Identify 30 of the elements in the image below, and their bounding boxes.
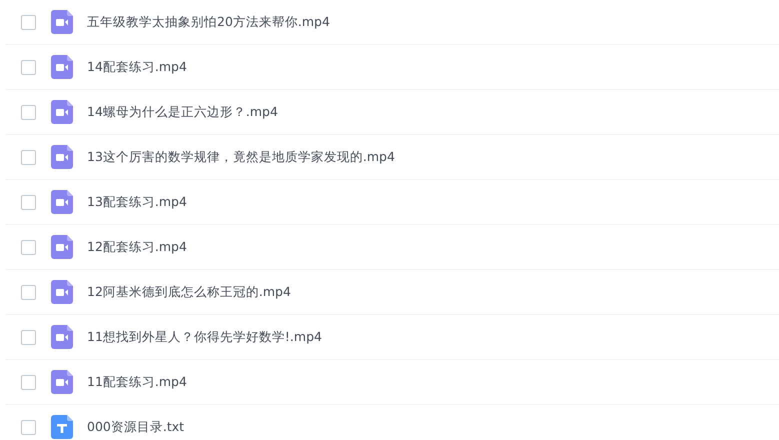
checkbox[interactable] bbox=[21, 60, 36, 74]
video-file-icon bbox=[51, 190, 73, 214]
file-name[interactable]: 000资源目录.txt bbox=[87, 418, 184, 436]
text-file-icon bbox=[51, 415, 73, 439]
checkbox[interactable] bbox=[21, 240, 36, 254]
checkbox[interactable] bbox=[21, 150, 36, 164]
checkbox[interactable] bbox=[21, 104, 36, 120]
file-name[interactable]: 12阿基米德到底怎么称王冠的.mp4 bbox=[87, 284, 291, 300]
video-file-icon bbox=[51, 145, 73, 169]
file-name[interactable]: 12配套练习.mp4 bbox=[87, 238, 187, 256]
video-file-icon bbox=[51, 100, 73, 124]
checkbox[interactable] bbox=[21, 284, 36, 300]
video-file-icon bbox=[51, 280, 73, 304]
checkbox[interactable] bbox=[21, 194, 36, 210]
video-file-icon bbox=[51, 370, 73, 394]
video-file-icon bbox=[51, 235, 73, 259]
video-file-icon bbox=[51, 10, 73, 34]
file-name[interactable]: 14螺母为什么是正六边形？.mp4 bbox=[87, 104, 278, 120]
file-name[interactable]: 13配套练习.mp4 bbox=[87, 194, 187, 210]
file-name[interactable]: 11配套练习.mp4 bbox=[87, 374, 187, 390]
file-name[interactable]: 11想找到外星人？你得先学好数学!.mp4 bbox=[87, 328, 322, 346]
file-name[interactable]: 13这个厉害的数学规律，竟然是地质学家发现的.mp4 bbox=[87, 148, 395, 166]
file-name[interactable]: 五年级教学太抽象别怕20方法来帮你.mp4 bbox=[87, 14, 330, 30]
checkbox[interactable] bbox=[21, 14, 36, 30]
checkbox[interactable] bbox=[21, 330, 36, 344]
file-name[interactable]: 14配套练习.mp4 bbox=[87, 58, 187, 76]
checkbox[interactable] bbox=[21, 420, 36, 434]
checkbox[interactable] bbox=[21, 374, 36, 390]
video-file-icon bbox=[51, 325, 73, 349]
video-file-icon bbox=[51, 55, 73, 79]
